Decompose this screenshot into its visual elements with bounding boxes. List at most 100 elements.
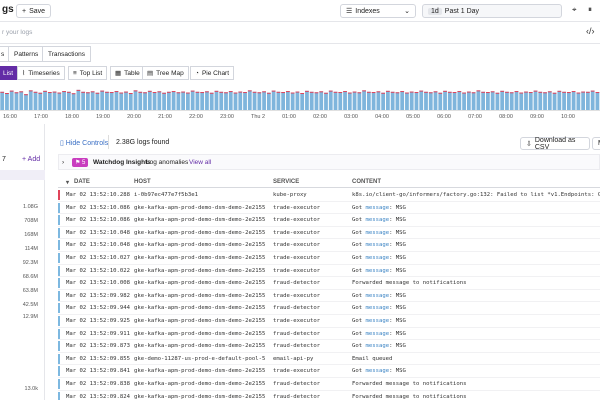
table-row[interactable]: Mar 02 13:52:10.086 gke-kafka-apm-prod-de… <box>58 202 600 215</box>
histogram-bar[interactable] <box>595 92 600 111</box>
histogram-bar[interactable] <box>33 91 38 111</box>
histogram-bar[interactable] <box>343 91 347 111</box>
histogram-bar[interactable] <box>95 92 100 111</box>
table-row[interactable]: Mar 02 13:52:10.288 i-0b97ec477e7f5b3e1 ku… <box>58 189 600 202</box>
histogram-bar[interactable] <box>328 90 333 111</box>
histogram-bar[interactable] <box>43 90 47 111</box>
histogram-bar[interactable] <box>200 92 205 111</box>
histogram-bar[interactable] <box>362 90 366 111</box>
histogram-bar[interactable] <box>176 92 181 111</box>
histogram-bar[interactable] <box>5 93 9 111</box>
histogram-bar[interactable] <box>386 90 390 111</box>
histogram-bar[interactable] <box>476 90 481 111</box>
histogram-bar[interactable] <box>0 91 5 111</box>
table-row[interactable]: Mar 02 13:52:10.022 gke-kafka-apm-prod-de… <box>58 265 600 278</box>
histogram-bar[interactable] <box>428 92 433 111</box>
add-facet-button[interactable]: + Add <box>22 156 40 163</box>
histogram-bar[interactable] <box>162 92 166 111</box>
content-attr[interactable]: message <box>365 268 389 274</box>
histogram-bar[interactable] <box>424 91 428 111</box>
histogram-bar[interactable] <box>347 92 352 111</box>
hide-controls-button[interactable]: ▯ Hide Controls <box>60 139 108 147</box>
histogram-bar[interactable] <box>86 92 90 111</box>
content-attr[interactable]: message <box>365 343 389 349</box>
histogram-bar[interactable] <box>438 92 443 111</box>
table-row[interactable]: Mar 02 13:52:09.855 gke-demo-11287-us-pro… <box>58 353 600 366</box>
viz-list[interactable]: List <box>0 66 19 80</box>
histogram-bar[interactable] <box>105 91 109 111</box>
histogram-bar[interactable] <box>352 91 357 111</box>
histogram-bar[interactable] <box>38 92 43 111</box>
histogram-bar[interactable] <box>171 91 176 111</box>
col-service[interactable]: SERVICE <box>273 179 299 185</box>
content-attr[interactable]: message <box>365 305 389 311</box>
content-attr[interactable]: message <box>365 205 389 211</box>
histogram-bar[interactable] <box>376 91 381 111</box>
histogram-bar[interactable] <box>62 91 66 111</box>
histogram-bar[interactable] <box>576 92 581 111</box>
viz-piechart[interactable]: ◔ Pie Chart <box>190 66 235 80</box>
histogram-bar[interactable] <box>100 90 105 111</box>
tab-transactions[interactable]: Transactions <box>42 46 91 62</box>
sort-icon[interactable]: ▾ <box>66 179 69 186</box>
table-row[interactable]: Mar 02 13:52:09.944 gke-kafka-apm-prod-de… <box>58 302 600 315</box>
content-attr[interactable]: message <box>365 230 389 236</box>
histogram-bar[interactable] <box>133 90 138 111</box>
viz-toplist[interactable]: ≡ Top List <box>68 66 108 80</box>
facet-value[interactable]: 168M <box>24 232 38 238</box>
histogram-bar[interactable] <box>190 90 195 111</box>
code-icon[interactable]: ‹/› <box>586 26 595 36</box>
histogram-bar[interactable] <box>52 91 57 111</box>
histogram-bar[interactable] <box>66 91 71 111</box>
histogram-bar[interactable] <box>219 91 224 111</box>
facet-value[interactable]: 68.6M <box>23 274 38 280</box>
histogram-bar[interactable] <box>314 92 319 111</box>
histogram-bar[interactable] <box>524 91 528 111</box>
histogram-bar[interactable] <box>586 91 590 111</box>
search-input[interactable]: r your logs <box>2 29 32 36</box>
histogram-bar[interactable] <box>590 90 595 111</box>
histogram-bar[interactable] <box>205 91 209 111</box>
table-row[interactable]: Mar 02 13:52:09.824 gke-kafka-apm-prod-de… <box>58 391 600 400</box>
view-all-link[interactable]: View all <box>189 159 211 166</box>
histogram-bar[interactable] <box>138 91 143 111</box>
facet-value[interactable]: 92.3M <box>23 260 38 266</box>
content-attr[interactable]: message <box>365 368 389 374</box>
histogram-bar[interactable] <box>547 91 552 111</box>
histogram-bar[interactable] <box>224 92 228 111</box>
histogram-bar[interactable] <box>257 92 262 111</box>
histogram-bar[interactable] <box>262 91 266 111</box>
content-attr[interactable]: message <box>365 217 389 223</box>
histogram-bar[interactable] <box>481 91 486 111</box>
histogram-bar[interactable] <box>552 92 557 111</box>
content-attr[interactable]: message <box>365 331 389 337</box>
histogram-bar[interactable] <box>143 92 147 111</box>
facet-value[interactable]: 708M <box>24 218 38 224</box>
histogram-bar[interactable] <box>228 91 233 111</box>
tab-patterns[interactable]: Patterns <box>8 46 45 62</box>
facet-value[interactable]: 42.5M <box>23 302 38 308</box>
histogram-bar[interactable] <box>400 91 405 111</box>
histogram-bar[interactable] <box>286 91 290 111</box>
table-row[interactable]: Mar 02 13:52:09.925 gke-kafka-apm-prod-de… <box>58 315 600 328</box>
histogram-bar[interactable] <box>124 91 128 111</box>
histogram-bar[interactable] <box>319 91 324 111</box>
histogram-bar[interactable] <box>533 90 538 111</box>
histogram-bar[interactable] <box>76 89 81 111</box>
histogram-bar[interactable] <box>419 90 424 111</box>
histogram-bar[interactable] <box>147 90 152 111</box>
col-content[interactable]: CONTENT <box>352 179 381 185</box>
histogram-bar[interactable] <box>252 91 257 111</box>
table-row[interactable]: Mar 02 13:52:09.838 gke-kafka-apm-prod-de… <box>58 378 600 391</box>
time-range-picker[interactable]: 1d Past 1 Day <box>422 4 562 18</box>
histogram-bar[interactable] <box>114 91 119 111</box>
histogram-bar[interactable] <box>243 92 247 111</box>
col-host[interactable]: HOST <box>134 179 151 185</box>
histogram-bar[interactable] <box>395 92 400 111</box>
indexes-select[interactable]: ☰ Indexes ⌄ <box>340 4 416 18</box>
more-button[interactable]: M <box>592 137 600 150</box>
histogram-bar[interactable] <box>409 91 414 111</box>
histogram-bar[interactable] <box>514 91 519 111</box>
histogram-bar[interactable] <box>333 91 338 111</box>
histogram-bar[interactable] <box>233 92 238 111</box>
